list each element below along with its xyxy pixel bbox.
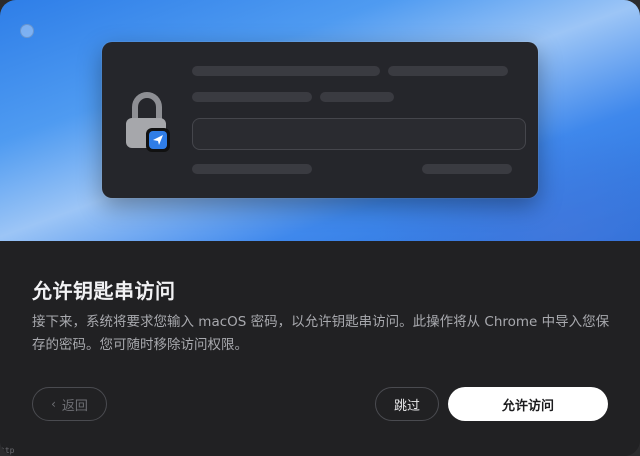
import-passwords-dialog: 允许钥匙串访问 接下来，系统将要求您输入 macOS 密码，以允许钥匙串访问。此… [0,0,640,456]
allow-access-button-label: 允许访问 [501,398,554,414]
placeholder-bar [192,66,380,76]
mock-password-field [192,118,526,150]
window-control-dot[interactable] [20,24,34,38]
corner-text-fragment: ttp [0,446,15,455]
allow-access-button[interactable]: 允许访问 [448,387,608,421]
dialog-title: 允许钥匙串访问 [32,279,176,303]
placeholder-bar [192,92,312,102]
mock-password-dialog [102,42,538,198]
placeholder-bar [320,92,394,102]
back-button-label: 返回 [61,398,88,414]
back-button[interactable]: ‹ 返回 [32,387,107,421]
send-icon [146,128,170,152]
placeholder-bar [192,164,312,174]
skip-button-label: 跳过 [393,398,420,414]
placeholder-bar [422,164,512,174]
dialog-content: 允许钥匙串访问 接下来，系统将要求您输入 macOS 密码，以允许钥匙串访问。此… [0,241,640,456]
chevron-left-icon: ‹ [51,397,56,411]
placeholder-bar [388,66,508,76]
dialog-description: 接下来，系统将要求您输入 macOS 密码，以允许钥匙串访问。此操作将从 Chr… [32,314,610,353]
skip-button[interactable]: 跳过 [375,387,439,421]
lock-icon [124,92,170,154]
hero-illustration [0,0,640,241]
